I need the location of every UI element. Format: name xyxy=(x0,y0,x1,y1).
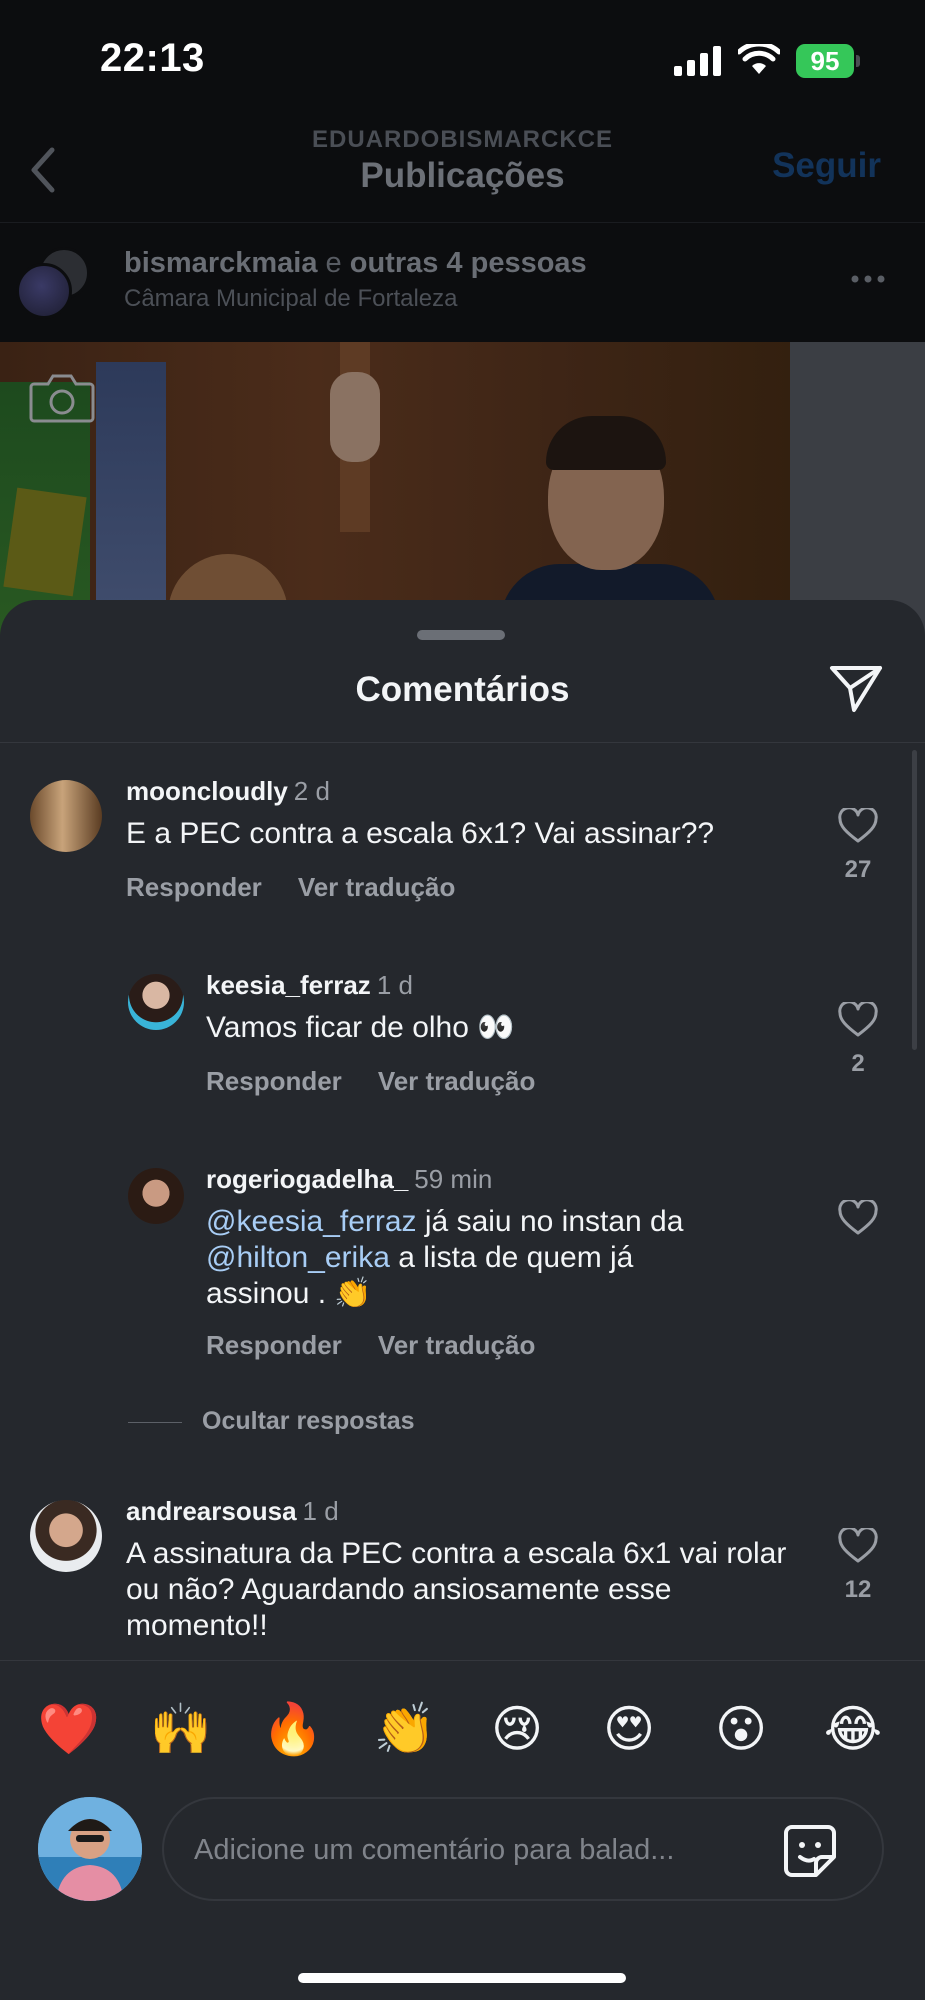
avatar-illustration xyxy=(38,1797,142,1901)
username[interactable]: rogeriogadelha_ xyxy=(206,1164,408,1194)
post-header: EDUARDOBISMARCKCE Publicações Seguir xyxy=(0,120,925,220)
comment-actions: Responder Ver tradução xyxy=(126,872,455,903)
comment: mooncloudly 2 d E a PEC contra a escala 6… xyxy=(0,776,925,916)
divider xyxy=(0,742,925,743)
author-primary[interactable]: bismarckmaia xyxy=(124,247,317,279)
comment-username[interactable]: mooncloudly 2 d xyxy=(126,776,330,807)
username[interactable]: keesia_ferraz xyxy=(206,970,371,1000)
like-control[interactable]: 27 xyxy=(836,808,880,884)
comment-text-part: a lista de quem já xyxy=(398,1241,634,1274)
avatar[interactable] xyxy=(38,1797,142,1901)
mention-link[interactable]: @keesia_ferraz xyxy=(206,1205,417,1238)
divider xyxy=(128,1422,182,1423)
comment-actions: Responder Ver tradução xyxy=(206,1066,535,1097)
status-time: 22:13 xyxy=(100,36,205,80)
comment-time: 1 d xyxy=(376,970,413,1000)
emoji-quick-bar: ❤️ 🙌 🔥 👏 😢 😍 😮 😂 xyxy=(0,1697,925,1767)
avatar[interactable] xyxy=(30,1500,102,1572)
emoji-heart[interactable]: ❤️ xyxy=(34,1697,104,1761)
home-indicator[interactable] xyxy=(298,1973,626,1983)
reply-button[interactable]: Responder xyxy=(206,1330,342,1360)
comment-text: E a PEC contra a escala 6x1? Vai assinar… xyxy=(126,817,715,850)
status-bar: 22:13 95 xyxy=(0,0,925,120)
emoji-laughing[interactable]: 😂 xyxy=(818,1697,888,1761)
like-count: 12 xyxy=(844,1576,872,1603)
like-count: 27 xyxy=(844,856,872,883)
like-control[interactable]: 2 xyxy=(836,1002,880,1078)
sticker-icon[interactable] xyxy=(782,1823,838,1879)
avatar[interactable] xyxy=(30,780,102,852)
heart-outline-icon[interactable] xyxy=(838,1200,878,1236)
hide-replies-label[interactable]: Ocultar respostas xyxy=(202,1407,415,1436)
username[interactable]: mooncloudly xyxy=(126,776,288,806)
comment-input-container[interactable] xyxy=(162,1797,884,1901)
reply-button[interactable]: Responder xyxy=(206,1066,342,1096)
avatar xyxy=(16,263,72,319)
comment-reply: keesia_ferraz 1 d Vamos ficar de olho 👀 R… xyxy=(0,970,925,1110)
comment-username[interactable]: andrearsousa 1 d xyxy=(126,1496,339,1527)
avatar[interactable] xyxy=(128,1168,184,1224)
battery-level: 95 xyxy=(796,44,854,78)
comment-input[interactable] xyxy=(194,1829,754,1871)
author-avatars[interactable] xyxy=(16,247,96,319)
wifi-icon xyxy=(738,44,780,74)
comment-username[interactable]: keesia_ferraz 1 d xyxy=(206,970,413,1001)
post-author-row: bismarckmaia e outras 4 pessoas Câmara M… xyxy=(0,222,925,342)
comment-time: 1 d xyxy=(302,1496,339,1526)
comment-text: Vamos ficar de olho 👀 xyxy=(206,1011,515,1044)
heart-outline-icon[interactable] xyxy=(838,1528,878,1564)
flag-stripe xyxy=(3,487,87,597)
comment-text: A assinatura da PEC contra a escala 6x1 … xyxy=(126,1537,787,1642)
avatar[interactable] xyxy=(128,974,184,1030)
crucifix-figure xyxy=(330,372,380,462)
heart-outline-icon[interactable] xyxy=(838,808,878,844)
comment-composer-area: ❤️ 🙌 🔥 👏 😢 😍 😮 😂 xyxy=(0,1660,925,2000)
follow-button[interactable]: Seguir xyxy=(772,146,881,186)
translate-button[interactable]: Ver tradução xyxy=(378,1066,536,1096)
comment-username[interactable]: rogeriogadelha_ 59 min xyxy=(206,1164,492,1195)
cellular-signal-icon xyxy=(674,46,721,76)
comment-reply: rogeriogadelha_ 59 min @keesia_ferraz já … xyxy=(0,1164,925,1364)
post-authors[interactable]: bismarckmaia e outras 4 pessoas xyxy=(124,247,587,280)
translate-button[interactable]: Ver tradução xyxy=(298,872,456,902)
like-count: 2 xyxy=(851,1050,865,1077)
comment-time: 59 min xyxy=(414,1164,493,1194)
comment-time: 2 d xyxy=(293,776,330,806)
heart-outline-icon[interactable] xyxy=(838,1002,878,1038)
post-location[interactable]: Câmara Municipal de Fortaleza xyxy=(124,285,457,313)
emoji-crying[interactable]: 😢 xyxy=(482,1697,552,1761)
comment: andrearsousa 1 d A assinatura da PEC cont… xyxy=(0,1496,925,1656)
more-horizontal-icon[interactable] xyxy=(851,275,885,283)
comment-text-part: assinou . 👏 xyxy=(206,1277,372,1310)
hide-replies-button[interactable]: Ocultar respostas xyxy=(128,1403,528,1443)
sheet-title: Comentários xyxy=(355,670,570,709)
author-others[interactable]: outras 4 pessoas xyxy=(350,247,587,279)
like-control[interactable]: 12 xyxy=(836,1528,880,1604)
comment-text: @keesia_ferraz já saiu no instan da @hil… xyxy=(206,1204,806,1312)
comment-text-part: já saiu no instan da xyxy=(424,1205,684,1238)
camera-icon xyxy=(29,374,95,423)
emoji-raised-hands[interactable]: 🙌 xyxy=(146,1697,216,1761)
like-control[interactable] xyxy=(836,1200,880,1236)
sheet-drag-handle[interactable] xyxy=(417,630,505,640)
battery-nub xyxy=(856,55,860,67)
battery-indicator: 95 xyxy=(796,44,860,78)
author-connector: e xyxy=(325,247,342,279)
emoji-fire[interactable]: 🔥 xyxy=(258,1697,328,1761)
emoji-heart-eyes[interactable]: 😍 xyxy=(594,1697,664,1761)
mention-link[interactable]: @hilton_erika xyxy=(206,1241,390,1274)
emoji-clapping[interactable]: 👏 xyxy=(370,1697,440,1761)
reply-button[interactable]: Responder xyxy=(126,872,262,902)
paper-plane-icon[interactable] xyxy=(828,662,884,714)
translate-button[interactable]: Ver tradução xyxy=(378,1330,536,1360)
emoji-surprised[interactable]: 😮 xyxy=(706,1697,776,1761)
comment-actions: Responder Ver tradução xyxy=(206,1330,535,1361)
username[interactable]: andrearsousa xyxy=(126,1496,297,1526)
